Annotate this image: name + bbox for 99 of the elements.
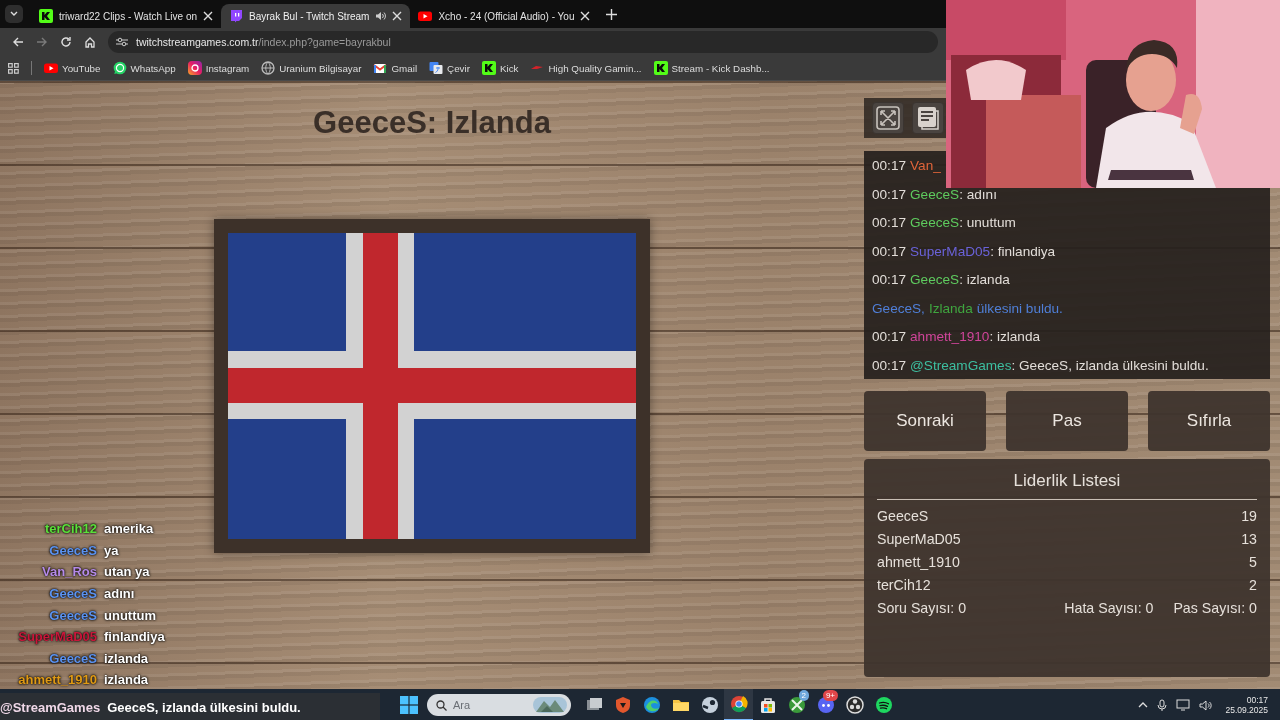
chat-message: unuttum: [104, 607, 156, 623]
address-bar[interactable]: twitchstreamgames.com.tr/index.php?game=bayrakbul: [108, 31, 938, 53]
chat-message: izlanda: [104, 672, 149, 688]
log-button[interactable]: [912, 102, 944, 134]
landscape-icon: [533, 697, 567, 713]
speaker-icon[interactable]: [375, 11, 387, 21]
clock[interactable]: 00:17 25.09.2025: [1225, 695, 1268, 715]
chat-message: 00:17 SuperMaD05: finlandiya: [872, 242, 1057, 261]
chat-message: utan ya: [104, 564, 150, 580]
microphone-icon[interactable]: [1157, 698, 1168, 712]
browser-tab[interactable]: triward22 Clips - Watch Live on: [31, 4, 221, 28]
leaderboard-title: Liderlik Listesi: [877, 469, 1257, 500]
recorder-icon[interactable]: [844, 695, 865, 715]
chat-username: Van_Ros: [41, 564, 98, 580]
start-icon[interactable]: [399, 696, 418, 714]
chat-username: SuperMaD05: [17, 629, 98, 645]
close-icon[interactable]: [392, 11, 403, 21]
chat-username: GeeceS: [48, 607, 98, 623]
player-score: 5: [1249, 553, 1257, 572]
stat-text: Soru Sayısı: 0: [877, 599, 967, 618]
chat-notice: GeeceS, Izlanda ülkesini buldu.: [872, 299, 1064, 318]
close-icon[interactable]: [203, 11, 213, 21]
player-name: ahmett_1910: [877, 553, 960, 572]
close-icon[interactable]: [580, 11, 591, 21]
new-tab-icon[interactable]: [606, 8, 618, 20]
chat-message: finlandiya: [104, 629, 165, 645]
chat-message: 00:17 ahmett_1910: izlanda: [872, 328, 1042, 346]
notification-badge: 9+: [822, 690, 838, 701]
question-title: GeeceS: Izlanda: [313, 104, 551, 142]
player-name: GeeceS: [877, 507, 929, 526]
apps-icon[interactable]: [8, 62, 19, 74]
tab-list-button[interactable]: [5, 5, 23, 23]
bookmark-icon: [429, 61, 444, 75]
bookmark-link[interactable]: Instagram: [187, 61, 250, 75]
bookmark-icon: [653, 61, 668, 75]
game-launcher-icon[interactable]: [699, 695, 720, 715]
chevron-icon[interactable]: [1138, 702, 1149, 708]
bookmark-icon: [187, 61, 202, 75]
bookmark-link[interactable]: Kick: [481, 61, 519, 75]
bookmark-icon: [112, 61, 127, 75]
player-name: SuperMaD05: [877, 530, 961, 549]
chat-message: 00:17 GeeceS: unuttum: [872, 214, 1017, 232]
browser-icon[interactable]: [641, 695, 662, 715]
bookmark-icon: [261, 61, 276, 75]
site-icon: [418, 9, 433, 23]
site-icon: [39, 9, 53, 23]
stat-text: Hata Sayısı: 0: [1064, 599, 1154, 618]
chat-message: amerika: [104, 521, 154, 537]
chat-message: izlanda: [104, 650, 149, 666]
player-score: 2: [1249, 576, 1257, 595]
notification-badge: 2: [798, 690, 809, 701]
chat-username: GeeceS: [48, 542, 98, 558]
bookmark-link[interactable]: Uranium Bilgisayar: [261, 61, 362, 75]
game-app-icon[interactable]: [786, 695, 807, 715]
action-button[interactable]: Pas: [1006, 391, 1128, 451]
search-icon: [436, 699, 447, 711]
chat-username: ahmett_1910: [17, 672, 98, 688]
monitor-icon[interactable]: [1176, 699, 1191, 711]
document-icon: [917, 106, 939, 130]
stat-text: Pas Sayısı: 0: [1173, 599, 1257, 618]
chat-username: terCih12: [43, 521, 98, 537]
home-icon[interactable]: [84, 36, 96, 48]
chat-username: @StreamGames: [0, 700, 102, 716]
speaker-icon[interactable]: [1199, 699, 1213, 711]
bookmark-link[interactable]: YouTube: [44, 61, 101, 75]
reload-icon[interactable]: [60, 36, 72, 48]
chat-message: 00:17 GeeceS: adını: [872, 185, 998, 204]
bookmark-link[interactable]: High Quality Gamin...: [530, 61, 642, 75]
site-settings-icon[interactable]: [116, 37, 128, 47]
browser-tab[interactable]: Xcho - 24 (Official Audio) - You: [410, 4, 599, 28]
chat-message: 00:17 Van_: [872, 157, 941, 175]
chat-message: GeeceS, izlanda ülkesini buldu.: [107, 700, 301, 716]
bookmark-link[interactable]: WhatsApp: [112, 61, 176, 75]
bookmark-icon: [44, 61, 58, 75]
chat-username: GeeceS: [48, 586, 98, 602]
forward-icon[interactable]: [36, 36, 48, 48]
back-icon[interactable]: [12, 36, 24, 48]
fullscreen-button[interactable]: [872, 102, 904, 134]
expand-icon: [876, 106, 900, 130]
site-icon: [229, 9, 243, 23]
chat-message: ya: [104, 542, 119, 558]
chevron-icon: [10, 11, 18, 17]
music-app-icon[interactable]: [873, 695, 894, 715]
bookmark-link[interactable]: Çevir: [429, 61, 470, 75]
bookmark-link[interactable]: Gmail: [373, 61, 418, 75]
chat-message: adını: [104, 586, 135, 602]
player-score: 19: [1241, 507, 1257, 526]
chat-username: GeeceS: [48, 650, 98, 666]
chat-message: 00:17 GeeceS: izlanda: [872, 271, 1011, 289]
bookmark-icon: [481, 61, 496, 75]
player-score: 13: [1241, 530, 1257, 549]
player-name: terCih12: [877, 576, 931, 595]
action-button[interactable]: Sıfırla: [1148, 391, 1270, 451]
bookmark-icon: [373, 61, 388, 75]
browser-tab[interactable]: Bayrak Bul - Twitch Stream: [221, 4, 411, 28]
chat-message: 00:17 @StreamGames: GeeceS, izlanda ülkesini buldu.: [872, 356, 1210, 375]
browser-icon[interactable]: [728, 694, 749, 714]
bookmark-link[interactable]: Stream - Kick Dashb...: [653, 61, 770, 75]
action-button[interactable]: Sonraki: [864, 391, 986, 451]
